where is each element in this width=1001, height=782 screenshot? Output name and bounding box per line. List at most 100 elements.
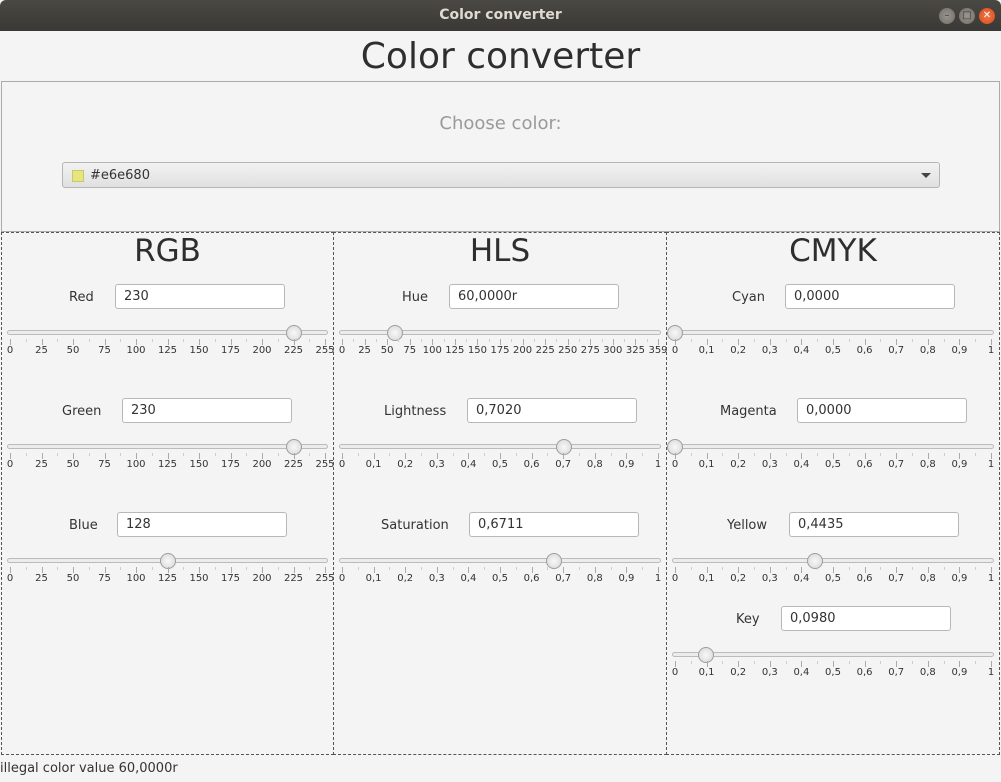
red-slider-track[interactable] xyxy=(7,330,328,335)
saturation-row: Saturation 0,6711 0 0,1 0,2 0,3 0,4 0,5 0,6 0,7… xyxy=(334,461,666,584)
slider-tick xyxy=(277,339,279,342)
slider-tick xyxy=(754,661,755,664)
slider-tick xyxy=(246,567,248,570)
slider-tick xyxy=(309,339,311,342)
slider-tick xyxy=(309,453,311,456)
minimize-button[interactable]: – xyxy=(939,8,955,24)
status-message: illegal color value 60,0000r xyxy=(0,761,178,776)
slider-tick-label: 0 xyxy=(6,573,14,584)
slider-tick xyxy=(690,339,692,342)
close-button[interactable]: ✕ xyxy=(979,8,995,24)
slider-tick xyxy=(943,661,945,664)
saturation-slider-track[interactable] xyxy=(339,558,661,563)
cyan-label: Cyan xyxy=(732,290,765,305)
slider-tick xyxy=(183,453,185,456)
slider-tick xyxy=(309,567,311,570)
key-slider-track[interactable] xyxy=(672,652,994,657)
cyan-slider-track[interactable] xyxy=(672,330,994,335)
slider-tick xyxy=(912,661,913,664)
slider-tick-label: 0,5 xyxy=(825,667,841,678)
slider-tick xyxy=(624,339,626,342)
slider-tick xyxy=(515,567,517,570)
slider-tick xyxy=(57,453,59,456)
choose-color-label: Choose color: xyxy=(439,113,562,134)
slider-tick xyxy=(943,453,945,456)
slider-tick-label: 125 xyxy=(157,573,178,584)
slider-tick xyxy=(690,453,692,456)
blue-field[interactable]: 128 xyxy=(117,512,287,537)
slider-tick-label: 225 xyxy=(283,573,304,584)
green-row: Green 230 0 25 50 75 100 125 150 175 200 225 255 xyxy=(2,347,335,470)
slider-tick xyxy=(817,339,819,342)
slider-tick xyxy=(214,453,216,456)
slider-tick xyxy=(88,339,90,342)
blue-label: Blue xyxy=(69,518,98,533)
slider-tick xyxy=(353,339,355,342)
saturation-field[interactable]: 0,6711 xyxy=(469,512,639,537)
yellow-field[interactable]: 0,4435 xyxy=(789,512,959,537)
slider-tick xyxy=(785,661,787,664)
slider-tick xyxy=(375,339,377,342)
slider-tick xyxy=(943,339,945,342)
slider-tick-label: 0,6 xyxy=(856,667,873,678)
slider-tick xyxy=(151,453,153,456)
slider-tick-label: 0,2 xyxy=(397,573,414,584)
slider-tick xyxy=(25,339,27,342)
magenta-field[interactable]: 0,0000 xyxy=(797,398,967,423)
slider-tick-label: 0,7 xyxy=(888,667,905,678)
slider-tick xyxy=(151,567,153,570)
window-titlebar[interactable]: Color converter – □ ✕ xyxy=(0,0,1001,31)
slider-tick xyxy=(466,339,468,342)
maximize-icon: □ xyxy=(962,10,972,21)
green-field[interactable]: 230 xyxy=(122,398,292,423)
red-field[interactable]: 230 xyxy=(115,284,285,309)
slider-tick xyxy=(785,453,787,456)
lightness-field[interactable]: 0,7020 xyxy=(467,398,637,423)
cyan-field[interactable]: 0,0000 xyxy=(785,284,955,309)
rgb-panel: RGB Red 230 0 25 50 75 100 125 150 175 200 225 255… xyxy=(1,232,335,755)
lightness-slider-track[interactable] xyxy=(339,444,661,449)
key-field[interactable]: 0,0980 xyxy=(781,606,951,631)
color-picker-value: #e6e680 xyxy=(90,168,150,183)
slider-tick xyxy=(547,453,549,456)
hue-field[interactable]: 60,0000r xyxy=(449,284,619,309)
slider-tick-label: 50 xyxy=(66,573,80,584)
yellow-label: Yellow xyxy=(727,518,768,533)
lightness-row: Lightness 0,7020 0 0,1 0,2 0,3 0,4 0,5 0,6 0,7 0… xyxy=(334,347,666,470)
slider-tick xyxy=(389,567,391,570)
key-row: Key 0,0980 0 0,1 0,2 0,3 0,4 0,5 0,6 0,7 0,8 0,9 1 xyxy=(667,555,999,678)
slider-tick xyxy=(511,339,513,342)
slider-tick-label: 0,7 xyxy=(555,573,572,584)
slider-tick xyxy=(880,339,882,342)
slider-tick xyxy=(817,453,819,456)
slider-tick xyxy=(120,453,122,456)
slider-tick xyxy=(912,453,913,456)
slider-tick xyxy=(579,453,580,456)
magenta-slider-track[interactable] xyxy=(672,444,994,449)
slider-tick xyxy=(848,453,850,456)
slider-tick xyxy=(722,453,724,456)
key-slider-tick-labels: 0 0,1 0,2 0,3 0,4 0,5 0,6 0,7 0,8 0,9 1 xyxy=(672,667,994,681)
slider-tick xyxy=(610,453,612,456)
page-title: Color converter xyxy=(360,36,641,77)
slider-tick xyxy=(817,661,819,664)
blue-row: Blue 128 0 25 50 75 100 125 150 175 200 225 255 xyxy=(2,461,335,584)
slider-tick xyxy=(421,567,422,570)
color-picker-dropdown[interactable]: #e6e680 xyxy=(62,162,940,188)
slider-tick xyxy=(975,661,977,664)
green-label: Green xyxy=(62,404,102,419)
maximize-button[interactable]: □ xyxy=(959,8,975,24)
slider-tick xyxy=(484,567,486,570)
hls-panel: HLS Hue 60,0000r 0 25 50 75 100 125 150 175 200 2… xyxy=(333,232,668,755)
slider-tick xyxy=(452,567,454,570)
slider-tick xyxy=(975,339,977,342)
slider-tick xyxy=(579,339,580,342)
slider-tick xyxy=(421,339,422,342)
slider-tick-label: 100 xyxy=(126,573,146,584)
slider-tick xyxy=(214,339,216,342)
slider-tick-label: 150 xyxy=(189,573,209,584)
slider-tick-label: 0,8 xyxy=(586,573,603,584)
green-slider-track[interactable] xyxy=(7,444,328,449)
slider-tick xyxy=(975,453,977,456)
magenta-row: Magenta 0,0000 0 0,1 0,2 0,3 0,4 0,5 0,6 0,7 0,8… xyxy=(667,347,999,470)
